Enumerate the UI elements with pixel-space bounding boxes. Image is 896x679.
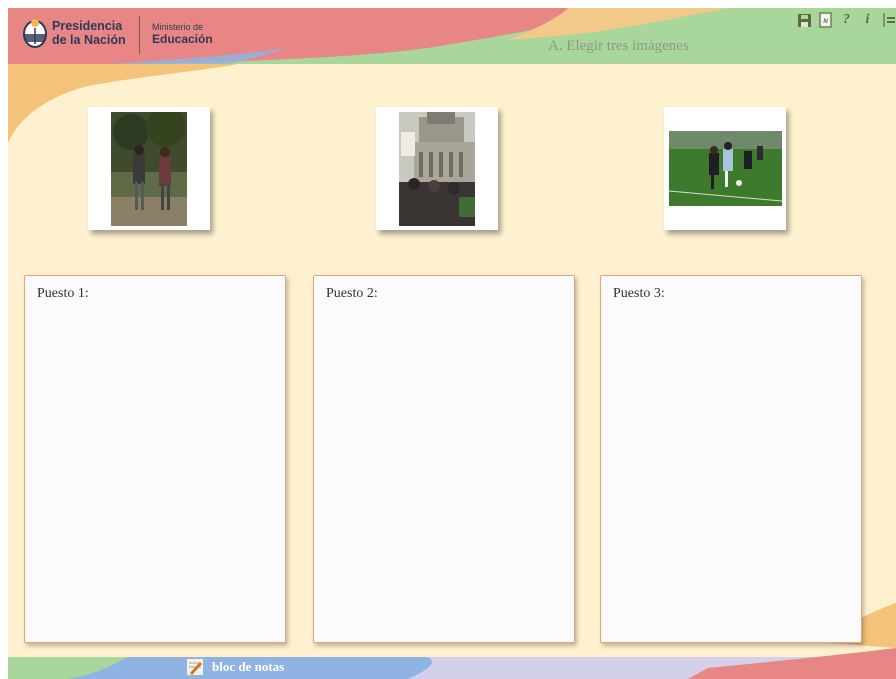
menu-icon[interactable] xyxy=(881,12,896,28)
header: Presidencia de la Nación Ministerio de E… xyxy=(8,8,896,64)
toolbar: N ? i xyxy=(797,12,896,28)
image-card-protest[interactable] xyxy=(376,107,498,230)
image-card-soccer[interactable] xyxy=(664,107,786,230)
image-card-hikers[interactable] xyxy=(88,107,210,230)
slot-label-2: Puesto 2: xyxy=(326,286,378,301)
ministry-line2: Educación xyxy=(152,32,213,46)
svg-text:N: N xyxy=(823,19,828,25)
logo-divider xyxy=(139,16,140,54)
hikers-photo xyxy=(111,112,187,226)
app-window: Presidencia de la Nación Ministerio de E… xyxy=(8,8,896,679)
slot-puesto-3[interactable]: Puesto 3: xyxy=(600,275,862,643)
help-button[interactable]: ? xyxy=(839,12,854,28)
presidency-line2: de la Nación xyxy=(52,33,126,47)
slot-puesto-2[interactable]: Puesto 2: xyxy=(313,275,575,643)
notepad-pencil-icon xyxy=(187,659,203,675)
protest-photo xyxy=(399,112,475,226)
info-button[interactable]: i xyxy=(860,12,875,28)
save-icon[interactable] xyxy=(797,12,812,28)
notes-label: bloc de notas xyxy=(212,659,285,674)
slot-label-1: Puesto 1: xyxy=(37,286,89,301)
national-seal-icon xyxy=(23,19,47,48)
presidency-line1: Presidencia xyxy=(52,19,123,33)
soccer-photo xyxy=(669,131,782,206)
slot-puesto-1[interactable]: Puesto 1: xyxy=(24,275,286,643)
notes-button[interactable]: bloc de notas xyxy=(186,658,284,676)
activity-title: A. Elegir tres imágenes xyxy=(548,38,689,54)
footer-bar: bloc de notas xyxy=(8,657,896,679)
ministry-name: Ministerio de Educación xyxy=(152,22,213,46)
presidency-name: Presidencia de la Nación xyxy=(52,19,126,47)
slot-label-3: Puesto 3: xyxy=(613,286,665,301)
government-logo: Presidencia de la Nación Ministerio de E… xyxy=(18,14,228,58)
notepad-icon[interactable]: N xyxy=(818,12,833,28)
